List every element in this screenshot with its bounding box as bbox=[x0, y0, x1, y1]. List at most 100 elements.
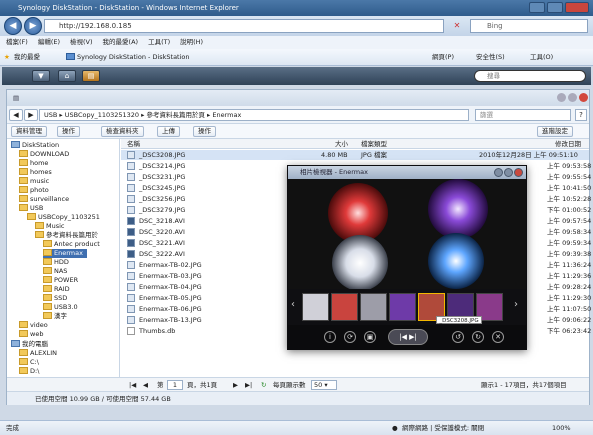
viewer-close-button[interactable] bbox=[514, 168, 523, 177]
forward-button[interactable]: ▶ bbox=[24, 17, 42, 35]
tree-node[interactable]: home bbox=[19, 159, 48, 168]
tree-node[interactable]: DOWNLOAD bbox=[19, 150, 69, 159]
column-name[interactable]: 名稱 bbox=[127, 139, 140, 149]
toolbar-button-5[interactable]: 操作 bbox=[193, 126, 216, 137]
folder-icon bbox=[43, 276, 52, 283]
tree-node[interactable]: surveillance bbox=[19, 195, 69, 204]
prev-page-icon[interactable]: ◀ bbox=[143, 378, 148, 392]
forward-arrow-button[interactable]: ▶ bbox=[24, 109, 38, 121]
tools-menu[interactable]: 工具(O) bbox=[530, 49, 553, 66]
toolbar-button-1[interactable]: 資料管理 bbox=[11, 126, 47, 137]
column-type[interactable]: 檔案類型 bbox=[361, 139, 387, 149]
tree-node[interactable]: USB3.0 bbox=[43, 303, 78, 312]
menu-view[interactable]: 檢視(V) bbox=[70, 36, 93, 49]
tree-node[interactable]: web bbox=[19, 330, 43, 339]
tree-node[interactable]: USB bbox=[19, 204, 43, 213]
menu-tools[interactable]: 工具(T) bbox=[148, 36, 170, 49]
tree-node[interactable]: NAS bbox=[43, 267, 67, 276]
menu-file[interactable]: 檔案(F) bbox=[6, 36, 28, 49]
back-button[interactable]: ◀ bbox=[4, 17, 22, 35]
toolbar-button-upload[interactable]: 上傳 bbox=[157, 126, 180, 137]
menu-favorites[interactable]: 我的最愛(A) bbox=[103, 36, 139, 49]
folder-icon bbox=[19, 195, 28, 202]
tree-node[interactable]: SSD bbox=[43, 294, 67, 303]
dsm-home-button[interactable]: ⌂ bbox=[58, 70, 76, 82]
window-close-button[interactable] bbox=[579, 93, 588, 102]
toolbar-button-3[interactable]: 檢查資料夾 bbox=[101, 126, 144, 137]
tree-node-selected[interactable]: Enermax bbox=[43, 249, 87, 258]
menu-help[interactable]: 說明(H) bbox=[180, 36, 203, 49]
viewer-maximize-button[interactable] bbox=[504, 168, 513, 177]
page-menu[interactable]: 網頁(P) bbox=[432, 49, 454, 66]
info-icon[interactable]: i bbox=[324, 331, 336, 343]
column-size[interactable]: 大小 bbox=[335, 139, 348, 149]
download-icon[interactable]: ▣ bbox=[364, 331, 376, 343]
rotate-left-icon[interactable]: ↺ bbox=[452, 331, 464, 343]
thumbnail[interactable] bbox=[360, 293, 387, 321]
page-number-input[interactable]: 1 bbox=[167, 380, 183, 390]
zoom-level[interactable]: 100% bbox=[552, 421, 571, 435]
back-arrow-button[interactable]: ◀ bbox=[9, 109, 23, 121]
refresh-icon[interactable]: ↻ bbox=[261, 378, 266, 392]
dsm-search-input[interactable]: 搜尋 bbox=[474, 70, 586, 82]
stop-icon[interactable]: ✕ bbox=[448, 19, 466, 33]
thumbnail[interactable] bbox=[389, 293, 416, 321]
safety-menu[interactable]: 安全性(S) bbox=[476, 49, 505, 66]
toolbar-button-2[interactable]: 操作 bbox=[57, 126, 80, 137]
close-window-button[interactable] bbox=[565, 2, 589, 13]
menu-edit[interactable]: 編輯(E) bbox=[38, 36, 60, 49]
last-page-icon[interactable]: ▶| bbox=[245, 378, 252, 392]
first-page-icon[interactable]: |◀ bbox=[129, 378, 136, 392]
path-breadcrumb[interactable]: USB ▸ USBCopy_1103251320 ▸ 參考資料長篇用於頁 ▸ E… bbox=[39, 109, 469, 121]
tree-node[interactable]: RAID bbox=[43, 285, 70, 294]
favorite-tab[interactable]: Synology DiskStation - DiskStation bbox=[66, 49, 190, 66]
tree-node[interactable]: D:\ bbox=[19, 367, 39, 376]
tree-node[interactable]: 我的電腦 bbox=[11, 340, 48, 349]
tree-node[interactable]: DiskStation bbox=[11, 141, 59, 150]
favorites-button[interactable]: 我的最愛 bbox=[14, 49, 40, 66]
window-maximize-button[interactable] bbox=[568, 93, 577, 102]
tree-node[interactable]: music bbox=[19, 177, 49, 186]
tree-node[interactable]: photo bbox=[19, 186, 49, 195]
next-page-icon[interactable]: ▶ bbox=[233, 378, 238, 392]
tree-node[interactable]: Antec product bbox=[43, 240, 100, 249]
image-file-icon bbox=[127, 283, 135, 291]
next-thumb-icon[interactable]: › bbox=[514, 299, 518, 310]
photo-display[interactable] bbox=[288, 179, 526, 289]
file-row[interactable]: _DSC3208.JPG 4.80 MB JPG 檔案 2010年12月28日 … bbox=[121, 150, 589, 160]
tree-node[interactable]: ALEXLIN bbox=[19, 349, 57, 358]
tree-node[interactable]: homes bbox=[19, 168, 52, 177]
column-modified[interactable]: 修改日期 bbox=[555, 139, 581, 149]
close-icon[interactable]: ✕ bbox=[492, 331, 504, 343]
rotate-icon[interactable]: ⟳ bbox=[344, 331, 356, 343]
thumbnail[interactable] bbox=[331, 293, 358, 321]
tree-node-label: Music bbox=[46, 222, 65, 230]
browser-search-input[interactable]: Bing bbox=[470, 19, 588, 33]
per-page-select[interactable]: 50 ▾ bbox=[311, 380, 337, 390]
viewer-minimize-button[interactable] bbox=[494, 168, 503, 177]
tree-node[interactable]: HDD bbox=[43, 258, 69, 267]
security-zone[interactable]: 網際網路 | 受保護模式: 關閉 bbox=[402, 421, 484, 435]
tree-node[interactable]: video bbox=[19, 321, 48, 330]
thumbnail-tooltip: _DSC3208.JPG bbox=[436, 316, 482, 324]
help-button[interactable]: ? bbox=[575, 109, 587, 121]
tree-node[interactable]: USBCopy_1103251 bbox=[27, 213, 100, 222]
maximize-button[interactable] bbox=[547, 2, 563, 13]
filestation-task-button[interactable]: ▤ bbox=[82, 70, 100, 82]
advanced-settings-button[interactable]: 進階設定 bbox=[537, 126, 573, 137]
window-minimize-button[interactable] bbox=[557, 93, 566, 102]
dsm-menu-button[interactable]: ▼ bbox=[32, 70, 50, 82]
tree-node[interactable]: POWER bbox=[43, 276, 78, 285]
url-input[interactable]: http://192.168.0.185 bbox=[44, 19, 444, 33]
folder-icon bbox=[19, 330, 28, 337]
filter-input[interactable]: 篩選 bbox=[475, 109, 571, 121]
tree-node[interactable]: Music bbox=[35, 222, 65, 231]
thumbnail[interactable] bbox=[302, 293, 329, 321]
tree-node[interactable]: 漢字 bbox=[43, 312, 67, 321]
tree-node[interactable]: C:\ bbox=[19, 358, 39, 367]
tree-node[interactable]: 參考資料長篇用於 bbox=[35, 231, 98, 240]
minimize-button[interactable] bbox=[529, 2, 545, 13]
slideshow-button[interactable]: |◀ ▶| bbox=[388, 329, 428, 345]
rotate-right-icon[interactable]: ↻ bbox=[472, 331, 484, 343]
prev-thumb-icon[interactable]: ‹ bbox=[291, 299, 295, 310]
